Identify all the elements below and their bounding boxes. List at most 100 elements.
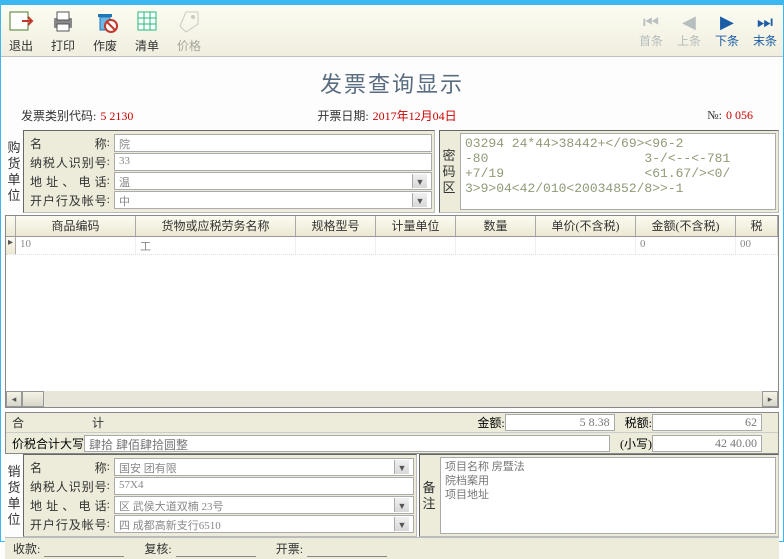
col-price[interactable]: 单价(不含税) <box>536 216 636 236</box>
sum-label: 合 计 <box>12 414 112 431</box>
grid-body[interactable]: ▸ 10 工 0 00 <box>6 237 778 391</box>
print-button[interactable]: 打印 <box>49 7 77 54</box>
last-label: 末条 <box>753 32 777 49</box>
cell-qty[interactable] <box>456 237 536 254</box>
check-value[interactable] <box>176 541 256 557</box>
print-label: 打印 <box>51 37 75 54</box>
col-tax[interactable]: 税 <box>736 216 778 236</box>
price-label: 价格 <box>177 37 201 54</box>
void-label: 作废 <box>93 37 117 54</box>
cipher-title: 密码区 <box>440 131 458 212</box>
scroll-thumb[interactable] <box>22 391 44 407</box>
type-label: 发票类别代码: <box>21 109 96 123</box>
buyer-bank-combo[interactable]: 中▼ <box>114 191 432 209</box>
seller-title: 销货单位 <box>5 454 23 537</box>
seller-name-label: 名 称 <box>26 459 114 476</box>
cap-value: 肆拾 肆佰肆拾圆整 <box>84 435 610 452</box>
seller-bank-label: 开户行及帐号 <box>26 516 114 533</box>
first-button: ⏮ 首条 <box>639 12 663 49</box>
last-icon: ⏭ <box>757 12 773 32</box>
price-icon <box>175 7 203 35</box>
cell-price[interactable] <box>536 237 636 254</box>
check-label: 复核: <box>144 540 171 557</box>
issuer-label: 开票: <box>276 540 303 557</box>
type-value: 5 2130 <box>100 109 133 123</box>
cell-amount[interactable]: 0 <box>636 237 736 254</box>
toolbar: 退出 打印 作废 清单 价格 ⏮ 首条 ◀ 上条 ▶ 下条 ⏭ 末条 <box>1 5 783 57</box>
last-button[interactable]: ⏭ 末条 <box>753 12 777 49</box>
no-label: №: <box>707 108 722 122</box>
date-value: 2017年12月04日 <box>373 109 457 123</box>
cell-tax[interactable]: 00 <box>736 237 778 254</box>
seller-bank-combo[interactable]: 四 成都高新支行6510▼ <box>114 515 414 533</box>
notes-title: 备注 <box>420 455 438 536</box>
prev-icon: ◀ <box>682 12 696 32</box>
buyer-fields: 名 称 院 纳税人识别号33 地址、电话温▼ 开户行及帐号中▼ <box>23 130 435 213</box>
cell-name[interactable]: 工 <box>136 237 296 254</box>
cell-unit[interactable] <box>376 237 456 254</box>
print-icon <box>49 7 77 35</box>
scroll-left-icon[interactable]: ◂ <box>6 391 22 407</box>
amount-label: 金额: <box>477 414 504 431</box>
header-row: 发票类别代码:5 2130 开票日期:2017年12月04日 №:0 056 <box>1 107 783 130</box>
cipher-text: 03294 24*44>38442+</69><96-2 -80 3-/<--<… <box>460 133 776 210</box>
seller-addr-label: 地址、电话 <box>26 497 114 514</box>
grid-header: 商品编码 货物或应税劳务名称 规格型号 计量单位 数量 单价(不含税) 金额(不… <box>6 216 778 237</box>
cap-label: 价税合计大写 <box>12 435 84 452</box>
col-unit[interactable]: 计量单位 <box>376 216 456 236</box>
buyer-addr-label: 地址、电话 <box>26 173 114 190</box>
exit-icon <box>7 7 35 35</box>
footer-row: 收款: 复核: 开票: <box>5 537 779 559</box>
col-amount[interactable]: 金额(不含税) <box>636 216 736 236</box>
col-name[interactable]: 货物或应税劳务名称 <box>136 216 296 236</box>
buyer-bank-label: 开户行及帐号 <box>26 192 114 209</box>
void-icon <box>91 7 119 35</box>
chevron-down-icon[interactable]: ▼ <box>412 193 427 207</box>
seller-fields: 名 称国安 团有限▼ 纳税人识别号 57X4 地址、电话 区 武侯大道双楠 23… <box>23 454 417 537</box>
exit-label: 退出 <box>9 37 33 54</box>
tax-label: 税额: <box>625 414 652 431</box>
seller-addr-combo[interactable]: 区 武侯大道双楠 23号▼ <box>114 496 414 514</box>
prev-button: ◀ 上条 <box>677 12 701 49</box>
cell-code[interactable]: 10 <box>16 237 136 254</box>
notes-panel: 备注 项目名称 房暨法 院档案用 项目地址 <box>419 454 779 537</box>
chevron-down-icon[interactable]: ▼ <box>394 498 409 512</box>
issuer-value[interactable] <box>307 541 387 557</box>
chevron-down-icon[interactable]: ▼ <box>394 517 409 531</box>
payee-label: 收款: <box>13 540 40 557</box>
next-button[interactable]: ▶ 下条 <box>715 12 739 49</box>
notes-text[interactable]: 项目名称 房暨法 院档案用 项目地址 <box>440 457 776 534</box>
buyer-name-input[interactable]: 院 <box>114 134 432 152</box>
col-qty[interactable]: 数量 <box>456 216 536 236</box>
h-scrollbar[interactable]: ◂ ▸ <box>6 391 778 407</box>
cipher-panel: 密码区 03294 24*44>38442+</69><96-2 -80 3-/… <box>439 130 779 213</box>
void-button[interactable]: 作废 <box>91 7 119 54</box>
cell-spec[interactable] <box>296 237 376 254</box>
chevron-down-icon[interactable]: ▼ <box>412 174 427 188</box>
next-icon: ▶ <box>720 12 734 32</box>
scroll-right-icon[interactable]: ▸ <box>762 391 778 407</box>
list-label: 清单 <box>135 37 159 54</box>
next-label: 下条 <box>715 32 739 49</box>
buyer-taxid-label: 纳税人识别号 <box>26 154 114 171</box>
table-row: ▸ 10 工 0 00 <box>6 237 778 255</box>
tax-value: 62 <box>652 414 762 431</box>
exit-button[interactable]: 退出 <box>7 7 35 54</box>
buyer-taxid-input[interactable]: 33 <box>114 153 432 171</box>
amount-value: 5 8.38 <box>505 414 615 431</box>
seller-taxid-input[interactable]: 57X4 <box>114 477 414 495</box>
col-spec[interactable]: 规格型号 <box>296 216 376 236</box>
chevron-down-icon[interactable]: ▼ <box>394 460 409 474</box>
first-label: 首条 <box>639 32 663 49</box>
price-button: 价格 <box>175 7 203 54</box>
buyer-cipher-panel: 购货单位 名 称 院 纳税人识别号33 地址、电话温▼ 开户行及帐号中▼ 密码区… <box>5 130 779 213</box>
no-value: 0 056 <box>726 108 753 122</box>
list-button[interactable]: 清单 <box>133 7 161 54</box>
row-marker: ▸ <box>6 237 16 254</box>
page-title: 发票查询显示 <box>1 57 783 107</box>
small-label: (小写) <box>620 435 652 452</box>
col-code[interactable]: 商品编码 <box>16 216 136 236</box>
seller-name-combo[interactable]: 国安 团有限▼ <box>114 458 414 476</box>
payee-value[interactable] <box>44 541 124 557</box>
buyer-addr-combo[interactable]: 温▼ <box>114 172 432 190</box>
